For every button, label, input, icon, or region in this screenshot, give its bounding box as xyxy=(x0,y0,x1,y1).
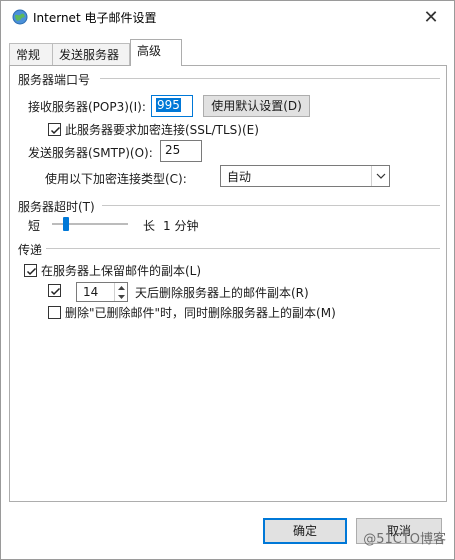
incoming-port-value: 995 xyxy=(156,98,181,112)
checkmark-icon xyxy=(50,287,61,296)
leave-copy-label: 在服务器上保留邮件的副本(L) xyxy=(41,264,202,278)
ports-group-divider xyxy=(100,78,440,79)
remove-after-days-value: 14 xyxy=(83,285,99,299)
chevron-down-icon xyxy=(371,166,389,186)
remove-after-label: 天后删除服务器上的邮件副本(R) xyxy=(135,286,309,300)
remove-after-days-spinner[interactable]: 14 xyxy=(76,282,128,302)
delivery-group-title: 传递 xyxy=(18,241,45,258)
timeout-slider-thumb[interactable] xyxy=(62,217,69,231)
title-bar: Internet 电子邮件设置 ✕ xyxy=(1,1,454,33)
timeout-long-label: 长 xyxy=(143,219,156,233)
incoming-port-input[interactable]: 995 xyxy=(151,95,193,117)
window-title: Internet 电子邮件设置 xyxy=(33,11,157,25)
timeout-value: 1 分钟 xyxy=(163,219,199,233)
close-button[interactable]: ✕ xyxy=(408,1,454,33)
advanced-panel: 服务器端口号 接收服务器(POP3)(I): 995 使用默认设置(D) 此服务… xyxy=(9,65,447,502)
timeout-group-title: 服务器超时(T) xyxy=(18,198,97,215)
remove-deleted-checkbox[interactable] xyxy=(48,306,61,319)
timeout-group-divider xyxy=(102,205,440,206)
remove-after-checkbox[interactable] xyxy=(48,284,61,297)
tab-advanced[interactable]: 高级 xyxy=(130,39,182,66)
spin-up-icon[interactable] xyxy=(115,283,127,292)
incoming-server-label: 接收服务器(POP3)(I): xyxy=(28,100,146,114)
spinner-arrows[interactable] xyxy=(114,283,127,301)
tab-outgoing-server[interactable]: 发送服务器 xyxy=(52,43,130,65)
ssl-checkbox-label: 此服务器要求加密连接(SSL/TLS)(E) xyxy=(65,123,259,137)
globe-icon xyxy=(12,9,28,25)
use-defaults-button[interactable]: 使用默认设置(D) xyxy=(203,95,310,117)
encryption-type-label: 使用以下加密连接类型(C): xyxy=(45,172,187,186)
encryption-type-value: 自动 xyxy=(227,170,252,184)
encryption-type-select[interactable]: 自动 xyxy=(220,165,390,187)
email-settings-dialog: Internet 电子邮件设置 ✕ 常规 发送服务器 高级 服务器端口号 接收服… xyxy=(0,0,455,560)
ports-group-title: 服务器端口号 xyxy=(18,71,93,88)
checkmark-icon xyxy=(50,126,61,135)
ssl-checkbox[interactable] xyxy=(48,123,61,136)
timeout-short-label: 短 xyxy=(28,219,41,233)
outgoing-server-label: 发送服务器(SMTP)(O): xyxy=(28,146,153,160)
remove-deleted-label: 删除"已删除邮件"时，同时删除服务器上的副本(M) xyxy=(65,306,336,320)
watermark: @51CTO博客 xyxy=(363,532,446,547)
leave-copy-checkbox[interactable] xyxy=(24,264,37,277)
close-icon: ✕ xyxy=(423,6,439,28)
delivery-group-divider xyxy=(46,248,440,249)
outgoing-port-input[interactable]: 25 xyxy=(160,140,202,162)
ok-button[interactable]: 确定 xyxy=(263,518,347,544)
spin-down-icon[interactable] xyxy=(115,292,127,301)
tab-general[interactable]: 常规 xyxy=(9,43,53,65)
checkmark-icon xyxy=(26,267,37,276)
